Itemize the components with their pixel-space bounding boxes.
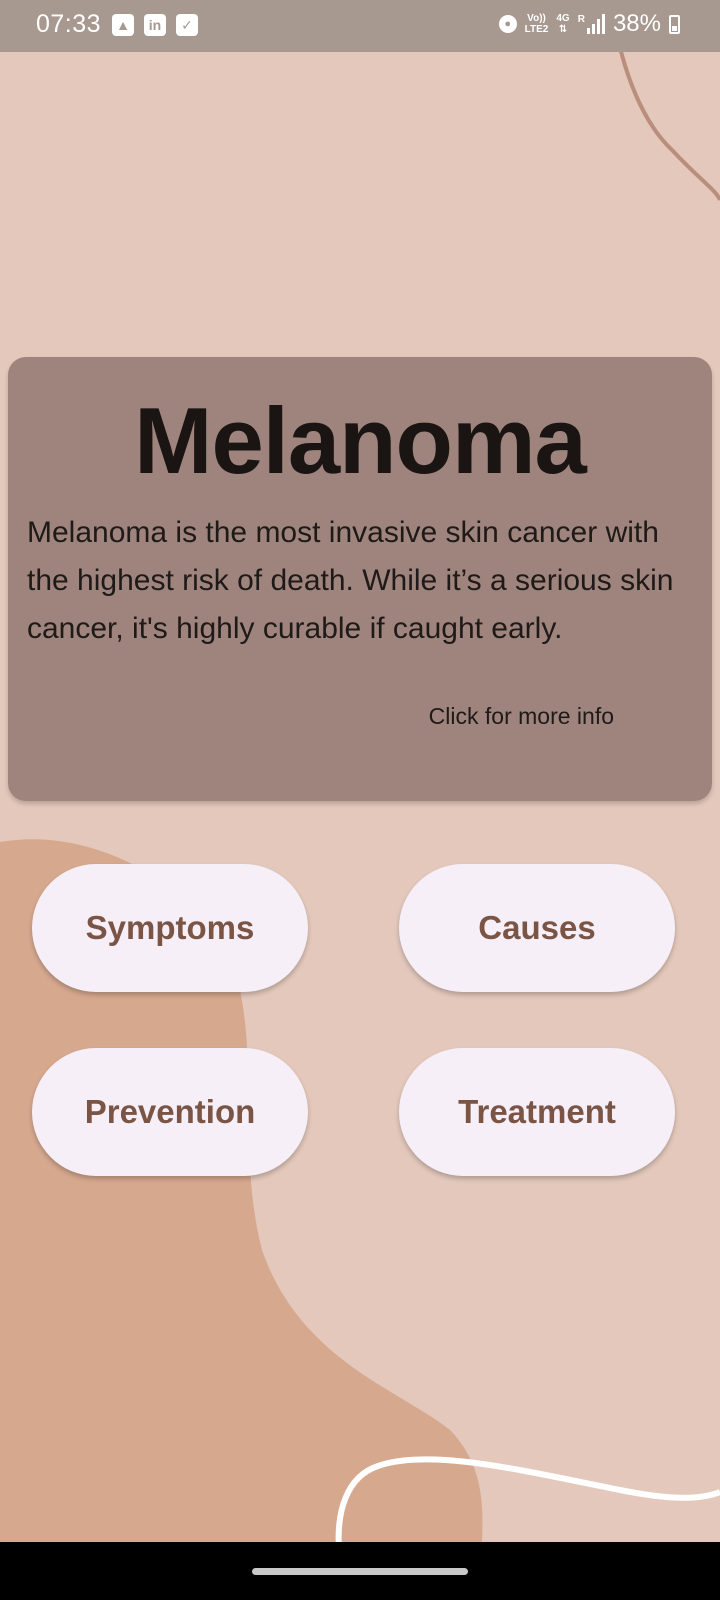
signal-icon: R	[578, 14, 605, 34]
card-title: Melanoma	[134, 388, 587, 493]
data-saver-icon: ●	[498, 15, 517, 33]
battery-percent: 38%	[612, 10, 661, 37]
notification-icons: ▲ in ✓	[112, 14, 198, 36]
network-indicator: 4G ⇅	[556, 13, 570, 35]
battery-icon	[669, 14, 680, 34]
card-description: Melanoma is the most invasive skin cance…	[27, 516, 674, 645]
treatment-button[interactable]: Treatment	[399, 1048, 675, 1176]
melanoma-info-card[interactable]: Melanoma Melanoma is the most invasive s…	[8, 357, 712, 801]
status-time: 07:33	[36, 10, 102, 38]
causes-button[interactable]: Causes	[399, 864, 675, 992]
linkedin-icon: in	[144, 14, 166, 36]
check-icon: ✓	[176, 14, 198, 36]
symptoms-button[interactable]: Symptoms	[32, 864, 308, 992]
more-info-link[interactable]: Click for more info	[429, 703, 614, 730]
gallery-icon: ▲	[112, 14, 134, 36]
navigation-bar	[0, 1542, 720, 1600]
home-gesture-handle[interactable]	[252, 1568, 468, 1575]
volte-indicator: Vo)) LTE2	[524, 13, 549, 35]
status-right: ● Vo)) LTE2 4G ⇅ R 38%	[498, 10, 680, 38]
status-bar: 07:33 ▲ in ✓ ● Vo)) LTE2 4G ⇅ R 38%	[0, 0, 720, 52]
roaming-label: R	[577, 14, 585, 25]
prevention-button[interactable]: Prevention	[32, 1048, 308, 1176]
